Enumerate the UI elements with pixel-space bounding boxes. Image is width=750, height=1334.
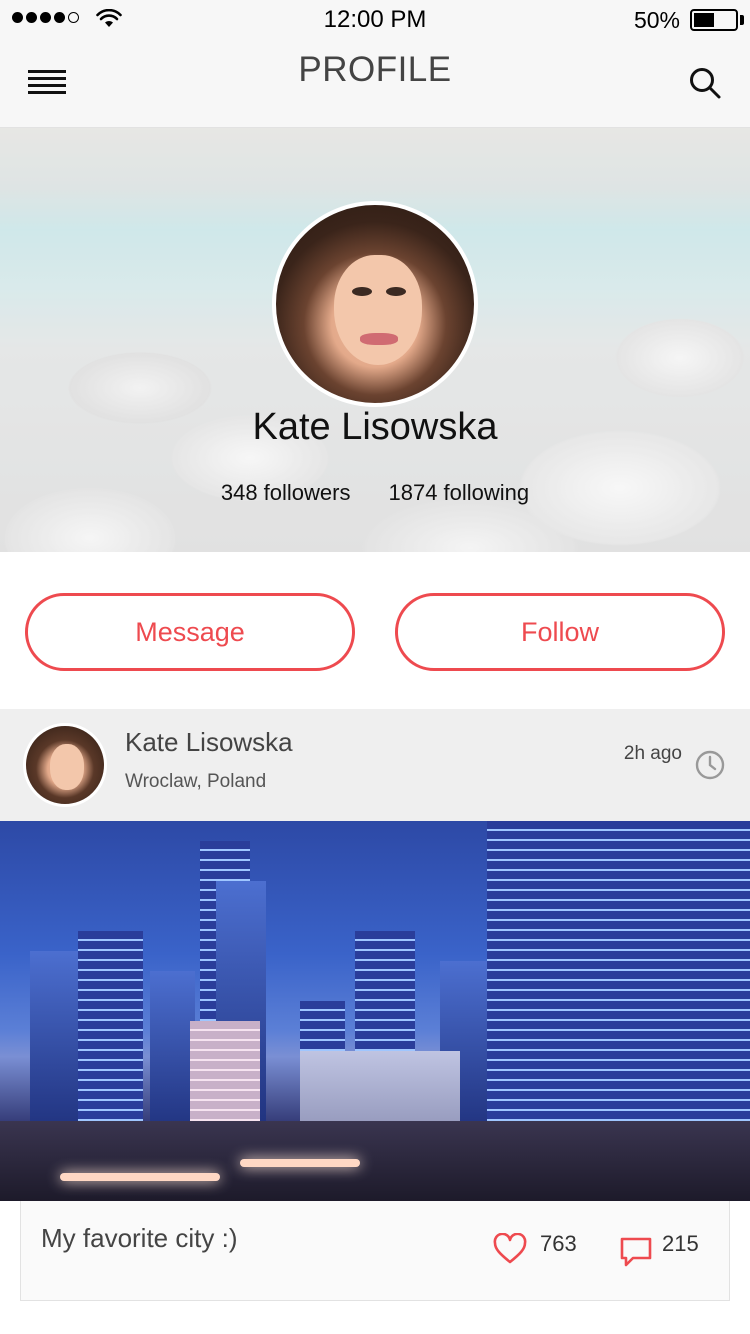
post-timestamp: 2h ago xyxy=(623,743,682,764)
avatar-face xyxy=(334,255,422,365)
profile-cover: Kate Lisowska 348 followers 1874 followi… xyxy=(0,128,750,552)
comment-count: 215 xyxy=(662,1231,699,1256)
profile-stats: 348 followers 1874 following xyxy=(0,480,750,506)
battery-icon xyxy=(690,9,738,31)
profile-avatar[interactable] xyxy=(272,201,478,407)
heart-icon[interactable] xyxy=(493,1233,527,1265)
followers-count[interactable]: 348 followers xyxy=(221,480,351,506)
road xyxy=(0,1121,750,1201)
post-author-avatar[interactable] xyxy=(23,723,107,807)
building xyxy=(487,821,667,1141)
battery-tip xyxy=(740,15,744,25)
building xyxy=(150,971,195,1141)
light-trail xyxy=(240,1159,360,1167)
post-caption: My favorite city :) xyxy=(41,1223,238,1253)
profile-name: Kate Lisowska xyxy=(252,406,498,448)
post-footer: My favorite city :) 763 215 xyxy=(20,1201,730,1301)
clock-icon xyxy=(695,750,725,780)
battery-percentage: 50% xyxy=(633,7,680,33)
building xyxy=(78,931,143,1141)
building xyxy=(30,951,80,1141)
building xyxy=(660,821,750,1141)
like-count: 763 xyxy=(540,1231,577,1256)
profile-actions: Message Follow xyxy=(0,552,750,709)
message-button[interactable]: Message xyxy=(25,593,355,671)
post-header: Kate Lisowska Wroclaw, Poland 2h ago xyxy=(0,709,750,821)
status-bar: 12:00 PM 50% xyxy=(0,0,750,40)
avatar-lips xyxy=(360,333,398,345)
search-icon[interactable] xyxy=(688,66,722,100)
page-title: PROFILE xyxy=(298,50,452,89)
avatar-eye-left xyxy=(352,287,372,296)
avatar-eye-right xyxy=(386,287,406,296)
post-author-name[interactable]: Kate Lisowska xyxy=(125,727,293,758)
post-location: Wroclaw, Poland xyxy=(125,771,267,792)
follow-button[interactable]: Follow xyxy=(395,593,725,671)
post-photo[interactable] xyxy=(0,821,750,1201)
following-count[interactable]: 1874 following xyxy=(388,480,529,506)
comment-icon[interactable] xyxy=(619,1235,653,1269)
navigation-bar: PROFILE xyxy=(0,40,750,128)
light-trail xyxy=(60,1173,220,1181)
